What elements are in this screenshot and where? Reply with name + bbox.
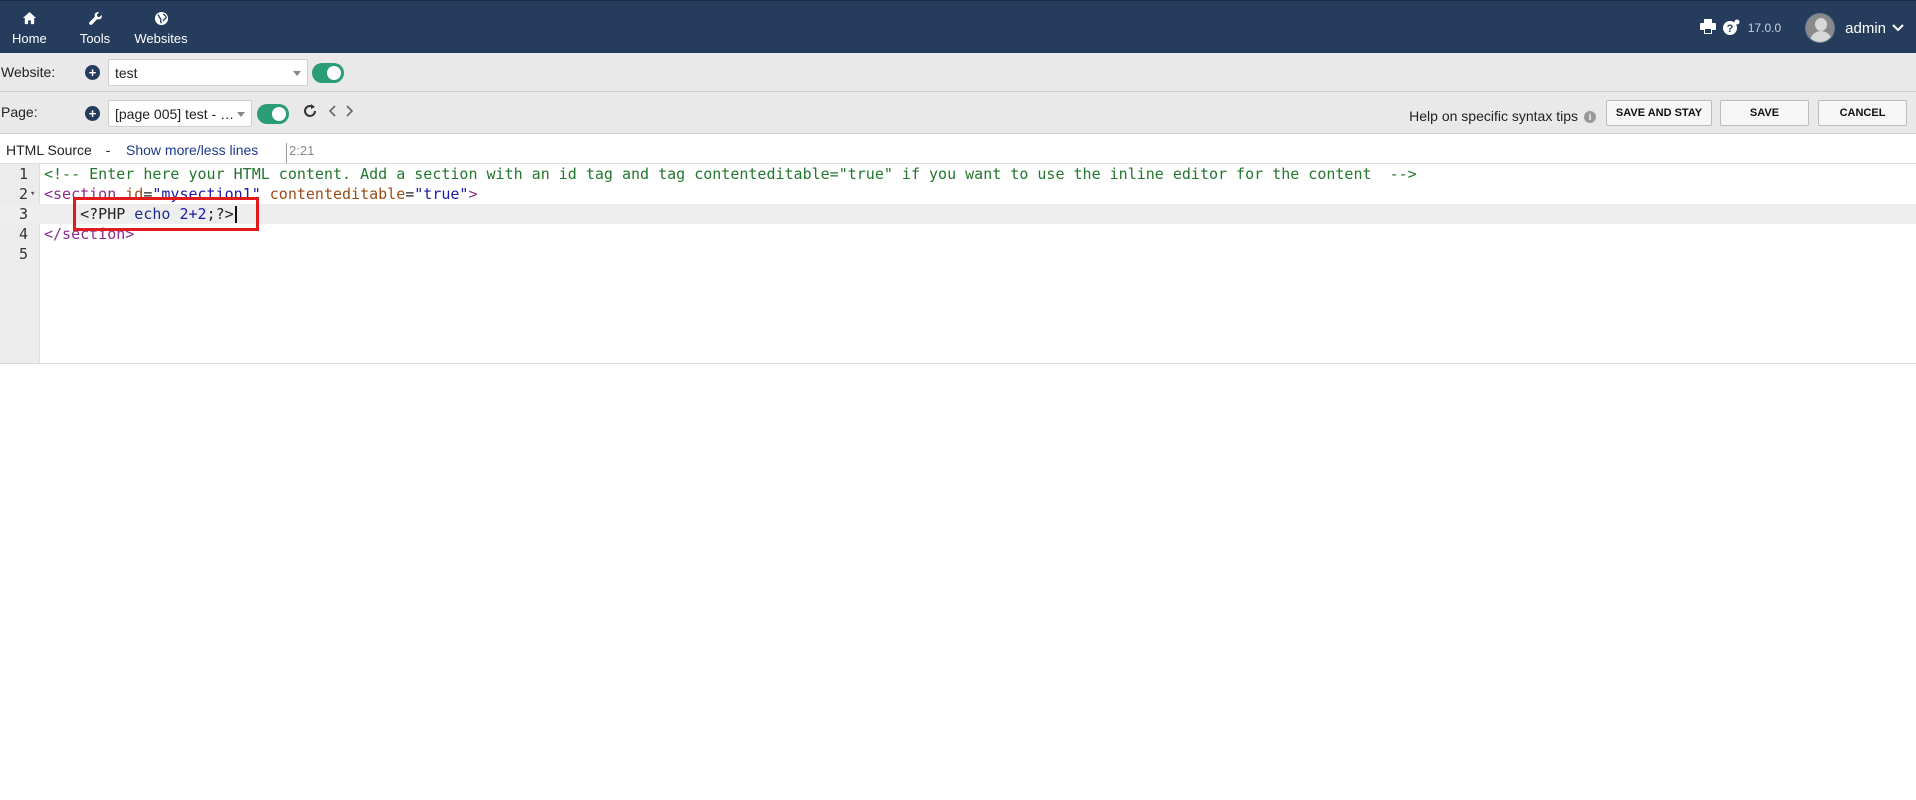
nav-websites-label: Websites [134,31,188,46]
chevron-right-icon[interactable] [344,104,354,123]
editor-title: HTML Source - [6,142,110,158]
add-page-icon[interactable]: + [85,106,100,121]
chevron-down-icon[interactable] [1892,21,1904,36]
caret-down-icon [293,71,301,76]
globe-icon [134,11,188,31]
syntax-help-text: Help on specific syntax tips [1409,108,1578,124]
line-number: 2 [18,185,28,203]
user-name[interactable]: admin [1845,20,1886,37]
code-line-active: 3 <?PHP echo 2+2;?> [0,204,1916,224]
print-icon[interactable] [1699,19,1716,37]
toggle-knob [272,107,286,121]
topbar-right: ? 17.0.0 admin [1699,13,1904,43]
caret-down-icon [237,112,245,117]
svg-text:?: ? [1726,23,1733,35]
editor-header: HTML Source - Show more/less lines 2:21 [0,134,1916,169]
syntax-help-link[interactable]: Help on specific syntax tips i [1409,108,1596,124]
editor-title-separator: - [105,142,111,158]
line-number: 5 [18,245,28,263]
page-toggle[interactable] [257,104,289,124]
version-label: 17.0.0 [1747,21,1782,35]
info-icon: i [1584,111,1596,124]
nav-home[interactable]: Home [12,11,47,47]
page-select[interactable]: [page 005] test - … [108,100,252,127]
code-line: 5 [0,244,1916,264]
code-line: 2 ▾ <section id="mysection1" contentedit… [0,184,1916,204]
line-number: 3 [18,205,28,223]
page-select-value: [page 005] test - … [115,106,235,122]
line-number: 1 [18,165,28,183]
nav-tools[interactable]: Tools [78,11,112,47]
refresh-icon[interactable] [302,103,318,124]
website-row: Website: + test [0,53,1916,92]
nav-home-label: Home [12,31,47,46]
wrench-icon [78,11,112,31]
chevron-left-icon[interactable] [328,104,338,123]
line-number: 4 [18,225,28,243]
avatar[interactable] [1805,13,1836,43]
top-navbar: Home Tools Websites ? 17.0.0 admin [0,0,1916,53]
code-line: 4 </section> [0,224,1916,244]
code-editor[interactable]: 1 <!-- Enter here your HTML content. Add… [0,163,1916,364]
help-icon[interactable]: ? [1722,19,1740,38]
show-more-less-link[interactable]: Show more/less lines [126,142,258,158]
add-website-icon[interactable]: + [85,65,100,80]
toggle-knob [327,66,341,80]
save-and-stay-button[interactable]: SAVE AND STAY [1606,100,1712,126]
fold-toggle-icon[interactable]: ▾ [30,184,35,204]
website-label: Website: [1,64,56,80]
code-text: <!-- Enter here your HTML content. Add a… [44,165,1417,183]
highlight-box [73,197,259,231]
nav-websites[interactable]: Websites [134,11,188,47]
home-icon [12,11,46,31]
editor-title-text: HTML Source [6,142,92,158]
page-label: Page: [1,104,38,120]
cancel-button[interactable]: CANCEL [1818,100,1907,126]
code-line: 1 <!-- Enter here your HTML content. Add… [0,164,1916,184]
save-button[interactable]: SAVE [1720,100,1809,126]
nav-tools-label: Tools [79,31,111,46]
website-select[interactable]: test [108,59,308,86]
website-select-value: test [115,65,138,81]
website-toggle[interactable] [312,63,344,83]
